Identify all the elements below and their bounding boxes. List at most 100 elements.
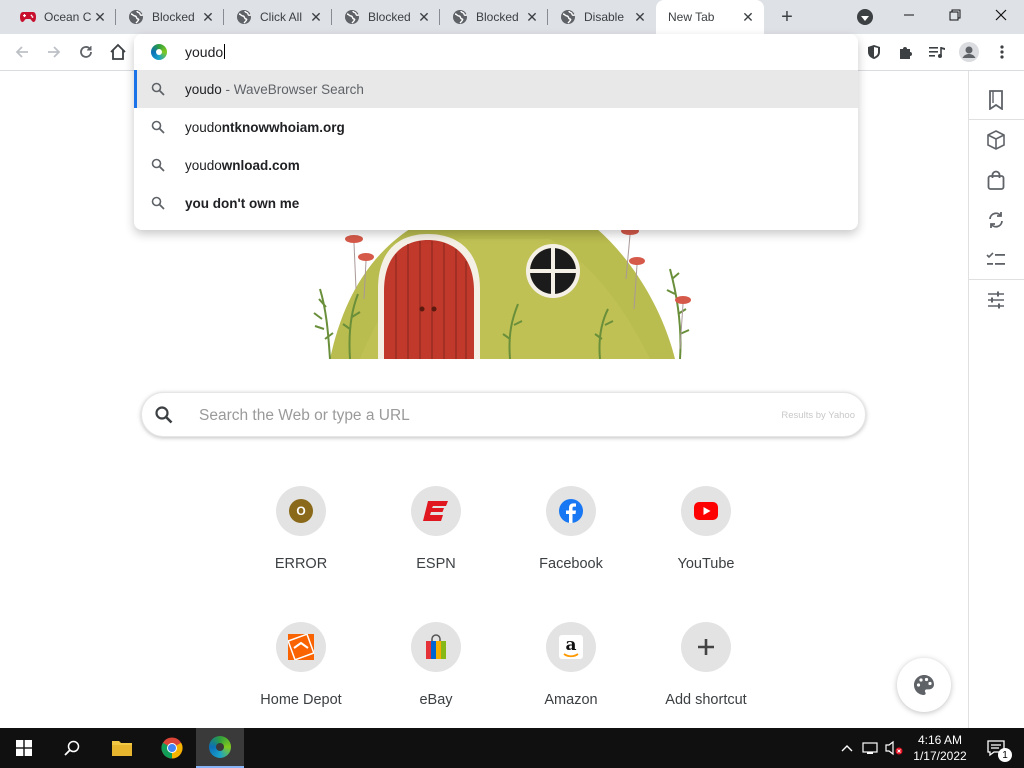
suggestion-match: youdo xyxy=(185,81,222,97)
tab-new-tab[interactable]: New Tab ✕ xyxy=(656,0,764,34)
facebook-icon xyxy=(559,499,583,523)
side-panel xyxy=(968,71,1024,728)
menu-kebab-icon[interactable] xyxy=(990,40,1014,64)
shield-extension-icon[interactable] xyxy=(862,40,886,64)
settings-sliders-icon[interactable] xyxy=(984,288,1008,312)
home-depot-icon xyxy=(288,634,314,660)
back-arrow-icon xyxy=(15,46,28,58)
bookmarks-icon[interactable] xyxy=(984,88,1008,112)
checklist-icon[interactable] xyxy=(984,248,1008,272)
globe-icon xyxy=(344,9,360,25)
new-tab-button[interactable]: + xyxy=(776,6,798,28)
chrome-icon xyxy=(161,737,183,759)
shortcut-error[interactable]: O ERROR xyxy=(246,486,356,596)
chrome-taskbar-button[interactable] xyxy=(148,728,196,768)
back-button[interactable] xyxy=(10,40,34,64)
media-control-icon[interactable] xyxy=(925,40,949,64)
tab-blocked-3[interactable]: Blocked ✕ xyxy=(440,0,548,34)
forward-button[interactable] xyxy=(42,40,66,64)
shortcut-espn[interactable]: ESPN xyxy=(381,486,491,596)
tab-ocean[interactable]: Ocean C ✕ xyxy=(0,0,116,34)
suggestion-item[interactable]: youdontknowwhoiam.org xyxy=(134,108,858,146)
tab-title: New Tab xyxy=(668,10,715,24)
suggestion-item[interactable]: you don't own me xyxy=(134,184,858,222)
minimize-button[interactable] xyxy=(886,0,932,30)
home-button[interactable] xyxy=(106,40,130,64)
tab-search-icon[interactable] xyxy=(857,9,873,25)
tab-click-all[interactable]: Click All ✕ xyxy=(224,0,332,34)
wavebrowser-logo-icon xyxy=(151,44,167,60)
wavebrowser-taskbar-button[interactable] xyxy=(196,728,244,768)
start-button[interactable] xyxy=(0,728,48,768)
suggestion-item[interactable]: youdownload.com xyxy=(134,146,858,184)
tab-title: Ocean C xyxy=(44,10,92,24)
suggestion-rest: you don't own me xyxy=(185,195,300,211)
suggestion-item[interactable]: youdo - WaveBrowser Search xyxy=(134,70,858,108)
hero-illustration xyxy=(300,229,700,359)
close-tab-icon[interactable]: ✕ xyxy=(308,9,324,25)
shortcut-label: ESPN xyxy=(416,556,456,572)
palette-icon xyxy=(914,675,934,695)
suggestion-match: youdo xyxy=(185,157,222,173)
globe-icon xyxy=(452,9,468,25)
espn-icon xyxy=(423,501,448,521)
shortcut-youtube[interactable]: YouTube xyxy=(651,486,761,596)
tab-title: Disable xyxy=(584,10,625,24)
sync-icon[interactable] xyxy=(984,208,1008,232)
shortcut-label: YouTube xyxy=(677,556,735,572)
close-window-button[interactable] xyxy=(978,0,1024,30)
restore-button[interactable] xyxy=(932,0,978,30)
search-icon xyxy=(151,82,165,96)
close-tab-icon[interactable]: ✕ xyxy=(740,9,756,25)
globe-icon xyxy=(236,9,252,25)
shortcut-facebook[interactable]: Facebook xyxy=(516,486,626,596)
file-explorer-button[interactable] xyxy=(98,728,146,768)
search-icon xyxy=(151,158,165,172)
cube-icon[interactable] xyxy=(984,128,1008,152)
reload-button[interactable] xyxy=(74,40,98,64)
tab-title: Blocked xyxy=(476,10,519,24)
close-tab-icon[interactable]: ✕ xyxy=(632,9,648,25)
shopping-bag-icon[interactable] xyxy=(984,168,1008,192)
suggestion-rest: ntknowwhoiam.org xyxy=(221,119,345,135)
tab-title: Click All xyxy=(260,10,303,24)
suggestion-match: youdo xyxy=(185,119,222,135)
shortcut-label: ERROR xyxy=(274,556,328,572)
tab-blocked-1[interactable]: Blocked ✕ xyxy=(116,0,224,34)
volume-muted-icon[interactable] xyxy=(882,728,906,768)
folder-icon xyxy=(112,741,132,756)
close-tab-icon[interactable]: ✕ xyxy=(200,9,216,25)
windows-logo-icon xyxy=(16,740,32,756)
tab-title: Blocked xyxy=(368,10,411,24)
results-by-label: Results by Yahoo xyxy=(781,410,855,421)
search-placeholder: Search the Web or type a URL xyxy=(199,407,410,424)
shortcut-home-depot[interactable]: Home Depot xyxy=(246,622,356,732)
taskbar-search-button[interactable] xyxy=(48,728,96,768)
shortcut-amazon[interactable]: a Amazon xyxy=(516,622,626,732)
address-input-value[interactable]: youdo xyxy=(185,44,225,60)
close-tab-icon[interactable]: ✕ xyxy=(524,9,540,25)
amazon-icon: a xyxy=(559,635,583,659)
shortcut-ebay[interactable]: eBay xyxy=(381,622,491,732)
web-search-box[interactable]: Search the Web or type a URL Results by … xyxy=(141,392,866,437)
shortcut-label: Add shortcut xyxy=(665,692,747,708)
plus-icon xyxy=(698,639,714,655)
close-tab-icon[interactable]: ✕ xyxy=(92,9,108,25)
tab-disable[interactable]: Disable ✕ xyxy=(548,0,656,34)
tray-chevron-icon[interactable] xyxy=(836,728,858,768)
close-tab-icon[interactable]: ✕ xyxy=(416,9,432,25)
search-icon xyxy=(151,120,165,134)
search-icon xyxy=(151,196,165,210)
add-shortcut-button[interactable]: Add shortcut xyxy=(651,622,761,732)
wavebrowser-logo-icon xyxy=(209,736,231,758)
youtube-icon xyxy=(694,502,718,520)
notification-center-button[interactable]: 1 xyxy=(976,728,1016,768)
network-icon[interactable] xyxy=(858,728,882,768)
customize-theme-button[interactable] xyxy=(897,658,951,712)
address-bar[interactable]: youdo xyxy=(134,34,858,70)
gamepad-icon xyxy=(20,9,36,25)
profile-avatar-icon[interactable] xyxy=(957,40,981,64)
tab-blocked-2[interactable]: Blocked ✕ xyxy=(332,0,440,34)
tray-clock[interactable]: 4:16 AM 1/17/2022 xyxy=(906,732,974,764)
extensions-puzzle-icon[interactable] xyxy=(894,40,918,64)
